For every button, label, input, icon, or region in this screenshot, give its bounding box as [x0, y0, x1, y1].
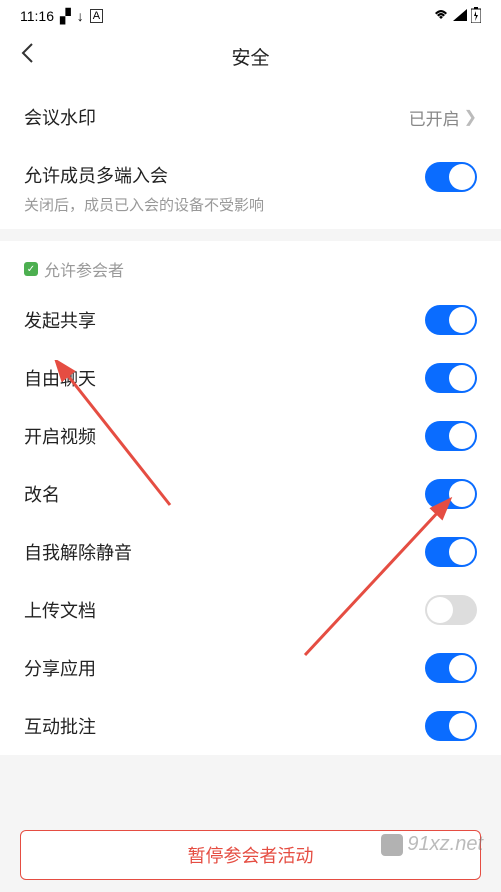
- video-toggle[interactable]: [425, 421, 477, 451]
- battery-icon: [471, 7, 481, 26]
- share-label: 发起共享: [24, 307, 96, 333]
- share-toggle[interactable]: [425, 305, 477, 335]
- share-app-toggle[interactable]: [425, 653, 477, 683]
- annotate-toggle[interactable]: [425, 711, 477, 741]
- unmute-toggle[interactable]: [425, 537, 477, 567]
- pause-activity-label: 暂停参会者活动: [188, 842, 314, 868]
- shield-check-icon: [24, 262, 38, 276]
- ad-icon: A: [90, 9, 103, 23]
- row-unmute: 自我解除静音: [0, 523, 501, 581]
- watermark-text: 91xz.net: [407, 833, 483, 856]
- chevron-right-icon: ❯: [464, 107, 477, 127]
- row-rename: 改名: [0, 465, 501, 523]
- upload-toggle[interactable]: [425, 595, 477, 625]
- row-video: 开启视频: [0, 407, 501, 465]
- chart-icon: ▞: [60, 8, 71, 25]
- row-share-app: 分享应用: [0, 639, 501, 697]
- attendee-section-header: 允许参会者: [0, 241, 501, 291]
- row-chat: 自由聊天: [0, 349, 501, 407]
- share-app-label: 分享应用: [24, 655, 96, 681]
- page-title: 安全: [231, 43, 269, 70]
- chat-label: 自由聊天: [24, 365, 96, 391]
- row-share: 发起共享: [0, 291, 501, 349]
- multi-login-toggle[interactable]: [425, 162, 477, 192]
- header: 安全: [0, 32, 501, 80]
- annotate-label: 互动批注: [24, 713, 96, 739]
- download-icon: ↓: [77, 8, 84, 24]
- row-multi-login: 允许成员多端入会 关闭后，成员已入会的设备不受影响: [0, 146, 501, 229]
- status-bar: 11:16 ▞ ↓ A: [0, 0, 501, 32]
- attendee-header-label: 允许参会者: [44, 257, 124, 281]
- signal-icon: [453, 8, 467, 24]
- row-upload: 上传文档: [0, 581, 501, 639]
- multi-login-label: 允许成员多端入会: [24, 162, 425, 188]
- video-label: 开启视频: [24, 423, 96, 449]
- unmute-label: 自我解除静音: [24, 539, 132, 565]
- row-watermark[interactable]: 会议水印 已开启 ❯: [0, 88, 501, 146]
- multi-login-sub: 关闭后，成员已入会的设备不受影响: [24, 194, 425, 215]
- watermark-logo-icon: [381, 834, 403, 856]
- back-button[interactable]: [20, 42, 34, 71]
- wifi-icon: [433, 8, 449, 24]
- rename-label: 改名: [24, 481, 60, 507]
- watermark-label: 会议水印: [24, 104, 96, 130]
- status-time: 11:16: [20, 8, 54, 24]
- watermark-value: 已开启: [409, 105, 460, 130]
- section-general: 会议水印 已开启 ❯ 允许成员多端入会 关闭后，成员已入会的设备不受影响: [0, 80, 501, 229]
- row-annotate: 互动批注: [0, 697, 501, 755]
- rename-toggle[interactable]: [425, 479, 477, 509]
- upload-label: 上传文档: [24, 597, 96, 623]
- section-attendee: 允许参会者 发起共享自由聊天开启视频改名自我解除静音上传文档分享应用互动批注: [0, 241, 501, 755]
- watermark-overlay: 91xz.net: [381, 833, 483, 856]
- chat-toggle[interactable]: [425, 363, 477, 393]
